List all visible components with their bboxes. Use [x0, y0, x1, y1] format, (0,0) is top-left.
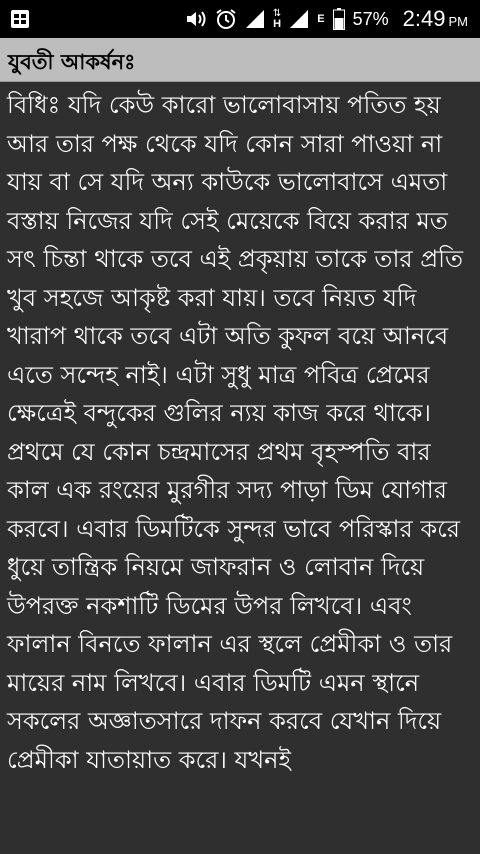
volume-icon — [185, 9, 207, 29]
data-h-icon: ⇅ H — [272, 8, 282, 30]
status-bar-right: ⇅ H E 57% 2:49 PM — [185, 0, 468, 38]
clock: 2:49 PM — [403, 6, 468, 32]
status-bar-left — [10, 9, 30, 33]
battery-percent: 57% — [352, 8, 389, 29]
clock-time: 2:49 — [402, 6, 446, 31]
status-bar: ⇅ H E 57% 2:49 PM — [0, 0, 480, 38]
page-title: যুবতী আকর্ষনঃ — [8, 50, 136, 74]
signal-icon-2 — [289, 9, 309, 29]
battery-icon — [332, 8, 345, 30]
data-e-icon: E — [317, 13, 325, 25]
clock-ampm: PM — [448, 14, 469, 29]
signal-icon — [245, 9, 265, 29]
title-bar: যুবতী আকর্ষনঃ — [0, 38, 480, 82]
article-content[interactable]: বিধিঃ যদি কেউ কারো ভালোবাসায় পতিত হয় আ… — [0, 82, 480, 854]
alarm-icon — [215, 8, 237, 30]
article-body: বিধিঃ যদি কেউ কারো ভালোবাসায় পতিত হয় আ… — [7, 91, 464, 774]
data-e-label: E — [317, 13, 325, 25]
data-h-label: H — [273, 18, 282, 30]
notification-icon — [10, 9, 30, 29]
